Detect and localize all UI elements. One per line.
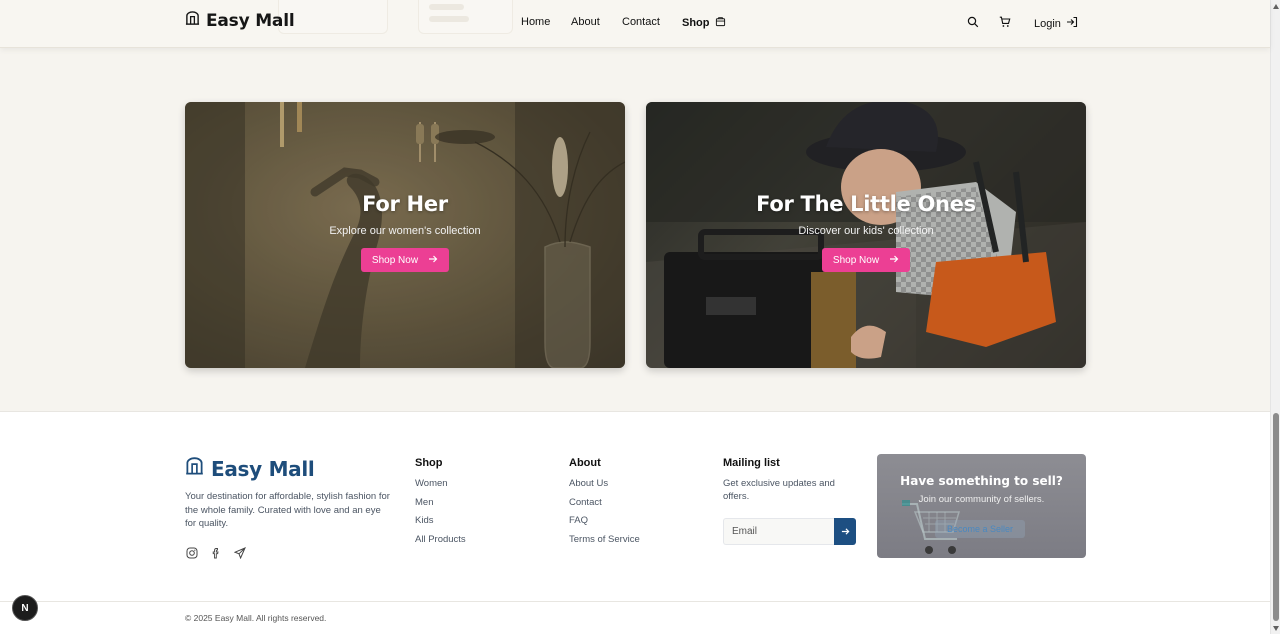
promo-card-kids[interactable]: For The Little Ones Discover our kids' c…: [646, 102, 1086, 368]
shop-now-button[interactable]: Shop Now: [360, 248, 450, 272]
card-content: For The Little Ones Discover our kids' c…: [646, 192, 1086, 272]
arrow-right-icon: [889, 254, 899, 267]
arrow-right-icon: [428, 254, 438, 267]
facebook-icon[interactable]: [209, 546, 223, 560]
search-icon[interactable]: [966, 15, 980, 29]
nav-shop[interactable]: Shop: [682, 16, 726, 30]
sell-title: Have something to sell?: [900, 474, 1063, 488]
mailing-list-description: Get exclusive updates and offers.: [723, 478, 835, 502]
mailing-list-title: Mailing list: [723, 457, 780, 469]
store-icon: [185, 457, 204, 481]
footer-about-title: About: [569, 457, 601, 469]
footer-link-faq[interactable]: FAQ: [569, 514, 640, 533]
ghost-card-edge: [418, 0, 513, 34]
page-scrollbar[interactable]: [1270, 0, 1280, 634]
nav-shop-label: Shop: [682, 17, 710, 29]
scroll-up-icon[interactable]: [1272, 2, 1280, 10]
ghost-line: [429, 16, 469, 22]
promo-card-women[interactable]: For Her Explore our women's collection S…: [185, 102, 625, 368]
brand-logo[interactable]: Easy Mall: [185, 11, 295, 31]
ghost-line: [429, 4, 464, 10]
store-icon: [185, 11, 200, 31]
card-subtitle: Explore our women's collection: [329, 225, 481, 237]
footer-divider: [0, 601, 1270, 602]
footer-link-kids[interactable]: Kids: [415, 514, 466, 533]
brand-name: Easy Mall: [206, 11, 295, 31]
card-content: For Her Explore our women's collection S…: [185, 192, 625, 272]
sell-subtitle: Join our community of sellers.: [918, 494, 1045, 505]
ghost-card-edge: [278, 0, 388, 34]
cart-icon[interactable]: [998, 15, 1012, 29]
shop-now-label: Shop Now: [832, 254, 880, 266]
newsletter-form: [723, 518, 856, 545]
login-arrow-icon: [1066, 16, 1078, 31]
copyright-text: © 2025 Easy Mall. All rights reserved.: [185, 613, 327, 623]
card-subtitle: Discover our kids' collection: [798, 225, 934, 237]
arrow-right-icon: [841, 523, 850, 541]
footer-link-contact[interactable]: Contact: [569, 496, 640, 515]
footer-link-terms[interactable]: Terms of Service: [569, 533, 640, 552]
footer-link-women[interactable]: Women: [415, 477, 466, 496]
scrollbar-thumb[interactable]: [1273, 413, 1279, 621]
login-button[interactable]: Login: [1034, 16, 1078, 31]
card-title: For Her: [362, 192, 448, 216]
seller-promo-card: Have something to sell? Join our communi…: [877, 454, 1086, 558]
nav-contact[interactable]: Contact: [622, 16, 660, 28]
footer-mailing-column: Mailing list Get exclusive updates and o…: [723, 457, 848, 503]
card-title: For The Little Ones: [756, 192, 976, 216]
nav-home[interactable]: Home: [521, 16, 550, 28]
footer-link-men[interactable]: Men: [415, 496, 466, 515]
login-label: Login: [1034, 17, 1061, 30]
footer-shop-title: Shop: [415, 457, 443, 469]
footer-description: Your destination for affordable, stylish…: [185, 491, 390, 529]
nav-about[interactable]: About: [571, 16, 600, 28]
footer-shop-column: Shop Women Men Kids All Products: [415, 457, 466, 551]
email-field[interactable]: [723, 518, 834, 545]
footer-brand-name: Easy Mall: [211, 457, 315, 481]
shop-now-button[interactable]: Shop Now: [821, 248, 911, 272]
footer-brand-logo[interactable]: Easy Mall: [185, 457, 315, 481]
footer-link-about-us[interactable]: About Us: [569, 477, 640, 496]
scroll-down-icon[interactable]: [1272, 624, 1280, 632]
footer-about-column: About About Us Contact FAQ Terms of Serv…: [569, 457, 640, 551]
shop-bag-icon: [715, 16, 726, 30]
subscribe-button[interactable]: [834, 518, 856, 545]
shop-now-label: Shop Now: [371, 254, 419, 266]
nextjs-dev-badge[interactable]: N: [12, 595, 38, 621]
site-header: Easy Mall Home About Contact Shop Login: [0, 0, 1270, 48]
footer-link-all-products[interactable]: All Products: [415, 533, 466, 552]
become-seller-button[interactable]: Become a Seller: [935, 520, 1025, 538]
send-icon[interactable]: [233, 546, 247, 560]
social-links: [185, 546, 247, 560]
instagram-icon[interactable]: [185, 546, 199, 560]
